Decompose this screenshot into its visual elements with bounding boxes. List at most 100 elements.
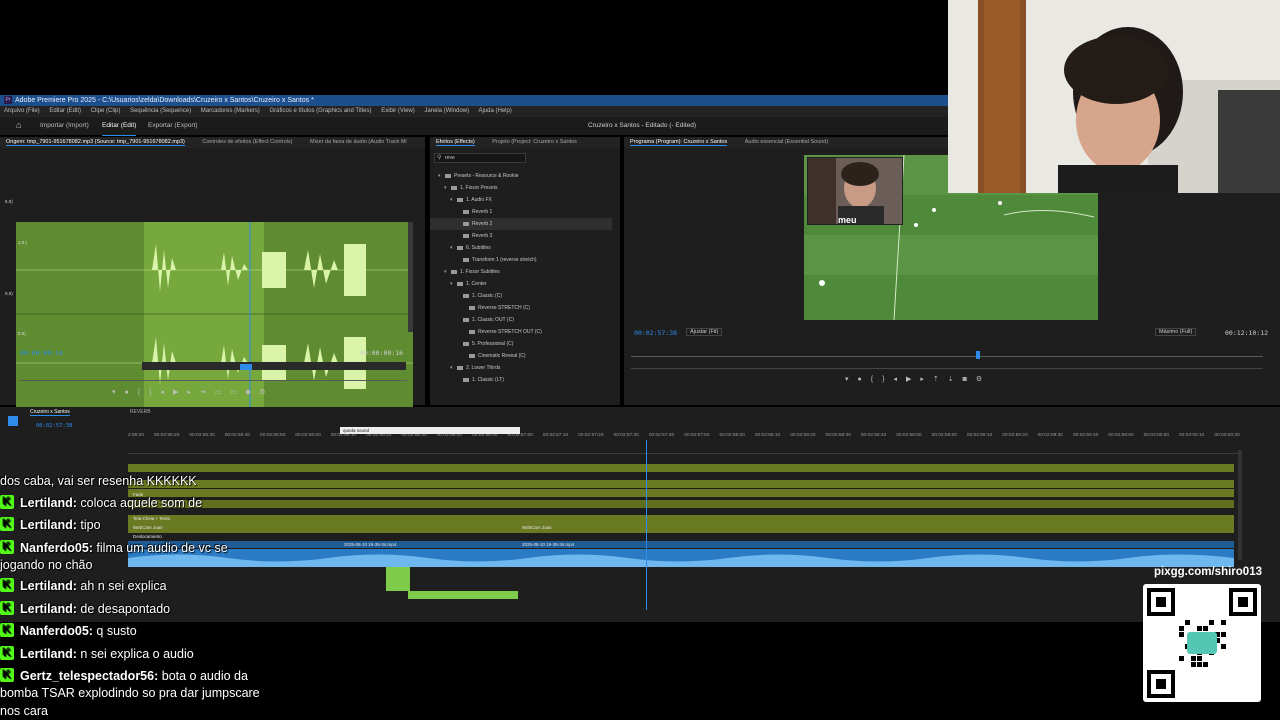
menu-window[interactable]: Janela (Window) (424, 108, 469, 114)
timeline-scrollbar[interactable] (1238, 450, 1242, 560)
fit-dropdown[interactable]: Ajustar (Fit) (686, 328, 723, 336)
effects-tree-item[interactable]: Transform 1 (reverse stretch) (430, 254, 612, 266)
timeline-timecode[interactable]: 00:02:57:38 (36, 423, 72, 429)
marker-icon[interactable]: ● (125, 389, 129, 396)
step-forward-icon[interactable]: ▸ (187, 388, 191, 396)
effects-tree-item[interactable]: 1. Classic (C) (430, 290, 612, 302)
quality-dropdown[interactable]: Máximo (Full) (1155, 328, 1197, 336)
effects-tree-item[interactable]: Reverse STRETCH (C) (430, 302, 612, 314)
menu-graphics[interactable]: Gráficos e títulos (Graphics and Titles) (269, 108, 371, 114)
effects-tree-item[interactable]: ▾ Presets - Resource & Rookie (430, 170, 612, 182)
tab-import[interactable]: Importar (Import) (40, 117, 89, 135)
program-zoom-bar[interactable] (631, 368, 1263, 369)
chevron-down-icon[interactable]: ▾ (450, 362, 457, 374)
clip-audio-green-2[interactable] (408, 591, 518, 599)
menu-markers[interactable]: Marcadores (Markers) (201, 108, 260, 114)
tab-project[interactable]: Projeto (Project: Cruzeiro x Santos (492, 139, 577, 145)
prog-step-forward-icon[interactable]: ▸ (920, 375, 924, 383)
effects-search-input[interactable]: ⚲ reve (434, 153, 526, 163)
menu-edit[interactable]: Editar (Edit) (49, 108, 81, 114)
camera-icon[interactable]: ◙ (246, 389, 250, 396)
prog-play-icon[interactable]: ▶ (906, 375, 911, 383)
tab-essential-sound[interactable]: Áudio essencial (Essential Sound) (745, 139, 828, 145)
tab-audio-mixer[interactable]: Mixer da faixa de áudio (Audio Track Mi (310, 139, 407, 145)
clip-tooltip: queda sound (340, 427, 520, 434)
effects-tree-item[interactable]: ▾ 1. Fixsor Subtitles (430, 266, 612, 278)
effects-tree-label: 1. Center (466, 281, 487, 287)
tab-effect-controls[interactable]: Controles de efeitos (Effect Controls) (202, 139, 292, 145)
effects-tree-item[interactable]: Reverb 2 (430, 218, 612, 230)
prog-extract-icon[interactable]: ⇣ (948, 375, 954, 383)
chevron-down-icon[interactable]: ▾ (450, 278, 457, 290)
go-to-out-icon[interactable]: ⇥ (200, 388, 206, 396)
effects-tree-item[interactable]: ▾ 1. Center (430, 278, 612, 290)
mark-in-icon[interactable]: ▾ (112, 388, 116, 396)
track-v11-clip[interactable] (128, 464, 1234, 472)
menu-clip[interactable]: Clipe (Clip) (91, 108, 121, 114)
menu-view[interactable]: Exibir (View) (381, 108, 415, 114)
source-playhead[interactable] (240, 364, 252, 370)
chevron-down-icon[interactable]: ▾ (450, 194, 457, 206)
settings-icon[interactable]: ⚙ (259, 388, 265, 396)
effects-tree-item[interactable]: 5. Professional (C) (430, 338, 612, 350)
clip-audio-green-1[interactable] (386, 567, 410, 591)
menu-help[interactable]: Ajuda (Help) (478, 108, 511, 114)
chat-message: Nanferdo05: filma um audio de vc se (0, 540, 228, 556)
chevron-down-icon[interactable]: ▾ (444, 182, 451, 194)
program-playhead[interactable] (976, 351, 980, 359)
play-icon[interactable]: ▶ (173, 388, 178, 396)
tab-source[interactable]: Origem: tmp_7901-951678082.mp3 (Source: … (6, 139, 185, 146)
program-scrubber[interactable] (631, 356, 1263, 357)
tab-sequence-main[interactable]: Cruzeiro x Santos (30, 409, 70, 416)
prog-in-icon[interactable]: { (871, 376, 873, 383)
effects-tree-item[interactable]: Reverse STRETCH OUT (C) (430, 326, 612, 338)
step-back-icon[interactable]: ◂ (160, 388, 164, 396)
prog-out-icon[interactable]: } (882, 376, 884, 383)
prog-step-back-icon[interactable]: ◂ (893, 375, 897, 383)
effects-tree-item[interactable]: Cinematic Reveal (C) (430, 350, 612, 362)
chat-text: n sei explica o audio (76, 647, 194, 661)
tab-export[interactable]: Exportar (Export) (148, 117, 198, 135)
prog-mark-in-icon[interactable]: ▾ (845, 375, 849, 383)
chevron-down-icon[interactable]: ▾ (450, 242, 457, 254)
effects-tree-item[interactable]: ▾ 6. Subtitles (430, 242, 612, 254)
prog-settings-icon[interactable]: ⚙ (976, 375, 982, 383)
tab-edit[interactable]: Editar (Edit) (102, 117, 137, 136)
program-timecode[interactable]: 00:02:57:38 (634, 329, 677, 337)
tab-program[interactable]: Programa (Program): Cruzeiro x Santos (630, 139, 728, 146)
prog-camera-icon[interactable]: ◙ (963, 376, 967, 383)
effects-tree-item[interactable]: ▾ 1. Fixsor Presets (430, 182, 612, 194)
chat-username: Lertiland: (20, 496, 77, 510)
channel-label-3: 0.0) (5, 291, 13, 296)
prog-marker-icon[interactable]: ● (858, 376, 862, 383)
selection-tool-icon[interactable] (8, 416, 18, 426)
insert-icon[interactable]: ▭ (215, 388, 222, 396)
out-point-icon[interactable]: } (149, 389, 151, 396)
home-icon[interactable]: ⌂ (16, 121, 25, 130)
effects-tree-item[interactable]: ▾ 2. Lower Thirds (430, 362, 612, 374)
chat-username: Lertiland: (20, 579, 77, 593)
chevron-down-icon[interactable]: ▾ (444, 266, 451, 278)
preset-icon (463, 257, 469, 262)
chat-text: coloca aquele som de (76, 496, 203, 510)
tab-sequence-reverb[interactable]: REVERB (130, 409, 151, 415)
chevron-down-icon[interactable]: ▾ (438, 170, 445, 182)
effects-tree-label: 1. Fixsor Subtitles (460, 269, 500, 275)
menu-sequence[interactable]: Sequência (Sequence) (130, 108, 191, 114)
overwrite-icon[interactable]: ▭ (230, 388, 237, 396)
in-point-icon[interactable]: { (138, 389, 140, 396)
effects-tree-item[interactable]: 1. Classic OUT (C) (430, 314, 612, 326)
effects-tree-item[interactable]: ▾ 1. Audio FX (430, 194, 612, 206)
prog-lift-icon[interactable]: ⇡ (933, 375, 939, 383)
timeline-ruler[interactable]: 2:55:00 00:02:55:20 00:02:55:30 00:02:55:40… (128, 433, 1240, 445)
effects-tree-item[interactable]: Reverb 3 (430, 230, 612, 242)
effects-tree-item[interactable]: Reverb 1 (430, 206, 612, 218)
source-timecode-in[interactable]: 00:00:00:14 (20, 349, 63, 357)
effects-tree-item[interactable]: 1. Classic (LT) (430, 374, 612, 386)
timeline-playhead[interactable] (646, 440, 647, 610)
preset-icon (463, 221, 469, 226)
source-scrubber[interactable] (19, 380, 407, 381)
source-zoom-bar[interactable] (142, 362, 406, 370)
tab-effects[interactable]: Efeitos (Effects) (436, 139, 475, 146)
menu-file[interactable]: Arquivo (File) (4, 108, 40, 114)
